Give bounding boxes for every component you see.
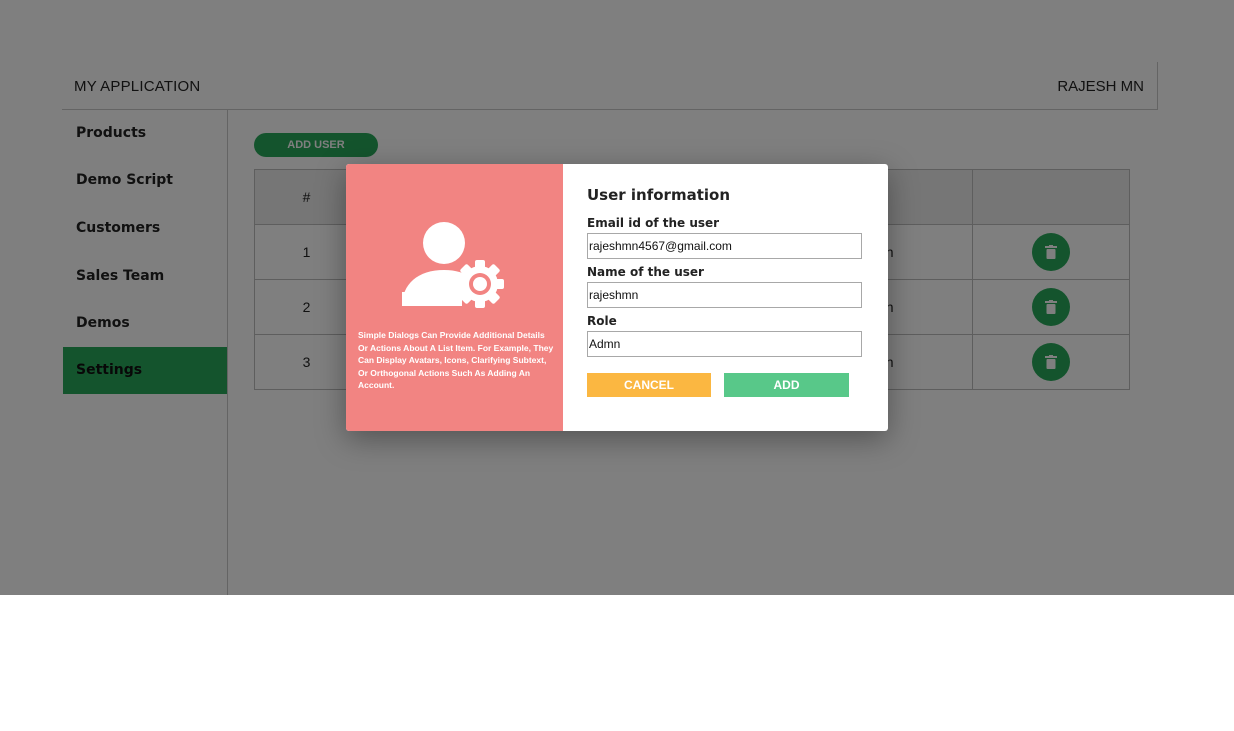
- add-button[interactable]: ADD: [724, 373, 849, 397]
- dialog-description: Simple Dialogs Can Provide Additional De…: [358, 330, 554, 391]
- name-field[interactable]: [587, 282, 862, 308]
- dialog-side-panel: Simple Dialogs Can Provide Additional De…: [346, 164, 563, 431]
- user-info-dialog: Simple Dialogs Can Provide Additional De…: [346, 164, 888, 431]
- email-label: Email id of the user: [587, 216, 720, 230]
- email-field[interactable]: [587, 233, 862, 259]
- app-root: MY APPLICATION RAJESH MN Products Demo S…: [0, 0, 1234, 595]
- role-field[interactable]: [587, 331, 862, 357]
- cancel-button[interactable]: CANCEL: [587, 373, 711, 397]
- user-settings-icon: [402, 222, 504, 308]
- name-label: Name of the user: [587, 265, 704, 279]
- dialog-form: User information Email id of the user Na…: [563, 164, 888, 431]
- dialog-title: User information: [587, 186, 730, 204]
- role-label: Role: [587, 314, 617, 328]
